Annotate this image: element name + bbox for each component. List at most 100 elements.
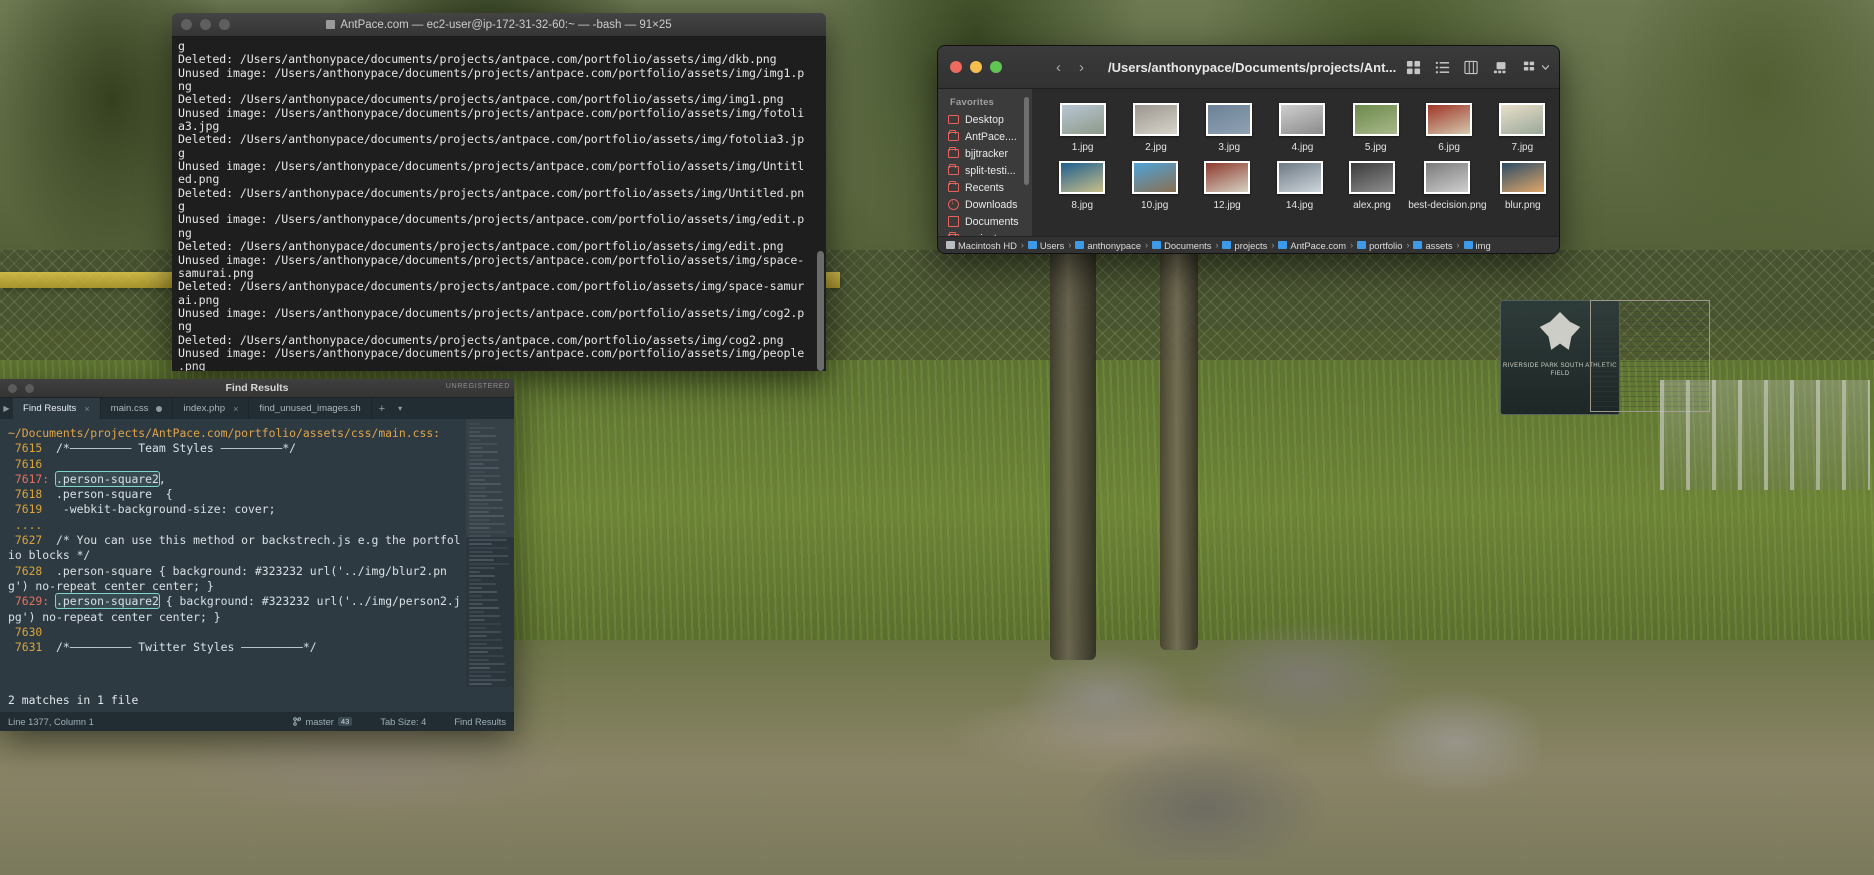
sidebar-scrollbar[interactable] <box>1024 97 1029 185</box>
finder-window[interactable]: ‹ › /Users/anthonypace/Documents/project… <box>937 45 1560 254</box>
breadcrumb-item[interactable]: assets <box>1413 240 1453 251</box>
play-right-icon[interactable]: ▶ <box>0 398 13 419</box>
sidebar-item-antpace[interactable]: AntPace.... <box>938 128 1032 145</box>
finder-breadcrumb-bar[interactable]: Macintosh HD › Users › anthonypace › Documents… <box>938 236 1559 253</box>
finder-navigation[interactable]: ‹ › <box>1056 59 1084 76</box>
close-button[interactable] <box>181 19 192 30</box>
terminal-titlebar[interactable]: AntPace.com — ec2-user@ip-172-31-32-60:~… <box>172 13 826 37</box>
close-button[interactable] <box>950 61 962 73</box>
file-thumbnail[interactable] <box>1059 103 1106 136</box>
terminal-scrollbar[interactable] <box>817 41 824 371</box>
file-item[interactable]: 3.jpg <box>1193 95 1266 153</box>
minimap-line <box>469 531 506 533</box>
file-thumbnail[interactable] <box>1059 161 1106 194</box>
file-item[interactable]: 6.jpg <box>1412 95 1485 153</box>
file-item[interactable]: 5.jpg <box>1339 95 1412 153</box>
finder-window-controls[interactable] <box>950 61 1002 73</box>
sidebar-item-downloads[interactable]: Downloads <box>938 196 1032 213</box>
file-thumbnail[interactable] <box>1206 103 1253 136</box>
tab-label: main.css <box>110 403 149 414</box>
file-thumbnail[interactable] <box>1499 161 1546 194</box>
file-item[interactable]: 12.jpg <box>1191 153 1263 211</box>
breadcrumb-item[interactable]: portfolio <box>1357 240 1402 251</box>
group-by-button[interactable] <box>1523 60 1550 74</box>
file-thumbnail[interactable] <box>1426 103 1473 136</box>
icon-view-icon[interactable] <box>1406 60 1421 75</box>
sublime-text-window[interactable]: Find Results UNREGISTERED ▶ Find Results… <box>0 379 514 731</box>
sublime-status-bar[interactable]: Line 1377, Column 1 master 43 Tab Size: … <box>0 712 514 731</box>
file-item[interactable]: 1.jpg <box>1046 95 1119 153</box>
file-thumbnail[interactable] <box>1348 161 1395 194</box>
zoom-button[interactable] <box>990 61 1002 73</box>
chevron-left-icon[interactable]: ‹ <box>1056 59 1061 76</box>
breadcrumb-item[interactable]: AntPace.com <box>1278 240 1346 251</box>
tab-overflow-menu-icon[interactable]: ▾ <box>392 398 408 419</box>
chevron-right-icon[interactable]: › <box>1079 59 1084 76</box>
tab-main-css[interactable]: main.css <box>101 398 174 419</box>
file-item[interactable]: 8.jpg <box>1046 153 1118 211</box>
git-branch-indicator[interactable]: master 43 <box>293 717 353 727</box>
terminal-body[interactable]: g Deleted: /Users/anthonypace/documents/… <box>172 37 826 371</box>
file-item[interactable]: best-decision.png <box>1408 153 1487 211</box>
file-thumbnail[interactable] <box>1424 161 1471 194</box>
sublime-titlebar[interactable]: Find Results <box>0 379 514 398</box>
file-thumbnail[interactable] <box>1131 161 1178 194</box>
zoom-button[interactable] <box>219 19 230 30</box>
close-button[interactable] <box>8 383 17 393</box>
file-item[interactable]: blur.png <box>1487 153 1559 211</box>
breadcrumb-item[interactable]: Documents <box>1152 240 1211 251</box>
sidebar-item-desktop[interactable]: Desktop <box>938 111 1032 128</box>
finder-toolbar-icons[interactable] <box>1406 60 1559 75</box>
file-item[interactable]: 10.jpg <box>1118 153 1190 211</box>
finder-file-grid[interactable]: 1.jpg 2.jpg 3.jpg 4.jpg 5.jpg 6.jpg 7.jpg 8.jp… <box>1032 89 1559 236</box>
tab-index-php[interactable]: index.php × <box>173 398 250 419</box>
modified-dot-icon[interactable] <box>156 405 163 412</box>
breadcrumb-item[interactable]: Macintosh HD <box>946 240 1017 251</box>
gallery-view-icon[interactable] <box>1493 60 1509 75</box>
file-item[interactable]: 4.jpg <box>1266 95 1339 153</box>
terminal-window[interactable]: AntPace.com — ec2-user@ip-172-31-32-60:~… <box>172 13 826 371</box>
sidebar-item-split-testing[interactable]: split-testi... <box>938 162 1032 179</box>
sidebar-item-documents[interactable]: Documents <box>938 213 1032 230</box>
breadcrumb-item[interactable]: img <box>1463 240 1491 251</box>
minimize-button[interactable] <box>25 383 34 393</box>
tab-find-results[interactable]: Find Results × <box>13 398 101 419</box>
close-icon[interactable]: × <box>233 404 238 414</box>
minimize-button[interactable] <box>970 61 982 73</box>
breadcrumb-item[interactable]: Users <box>1027 240 1064 251</box>
terminal-window-controls[interactable] <box>181 19 230 30</box>
group-by-icon[interactable] <box>1523 60 1539 74</box>
sublime-editor-body[interactable]: ~/Documents/projects/AntPace.com/portfol… <box>0 419 514 687</box>
file-item[interactable]: alex.png <box>1336 153 1408 211</box>
breadcrumb-item[interactable]: anthonypace <box>1075 240 1141 251</box>
sidebar-item-bjjtracker[interactable]: bjjtracker <box>938 145 1032 162</box>
file-thumbnail[interactable] <box>1499 103 1546 136</box>
file-item[interactable]: 14.jpg <box>1263 153 1335 211</box>
sublime-tab-bar[interactable]: ▶ Find Results × main.css index.php × fi… <box>0 398 514 419</box>
list-view-icon[interactable] <box>1435 60 1450 75</box>
sublime-window-controls[interactable] <box>8 383 34 393</box>
column-view-icon[interactable] <box>1464 60 1479 75</box>
chevron-down-icon[interactable] <box>1542 64 1550 70</box>
finder-sidebar[interactable]: Favorites Desktop AntPace.... bjjtracker… <box>938 89 1032 236</box>
finder-toolbar[interactable]: ‹ › /Users/anthonypace/Documents/project… <box>938 46 1559 89</box>
tab-find-unused-images-sh[interactable]: find_unused_images.sh <box>249 398 372 419</box>
syntax-indicator[interactable]: Find Results <box>454 717 506 727</box>
file-thumbnail[interactable] <box>1352 103 1399 136</box>
sidebar-item-recents[interactable]: Recents <box>938 179 1032 196</box>
file-thumbnail[interactable] <box>1132 103 1179 136</box>
new-tab-button[interactable]: + <box>372 398 392 419</box>
minimize-button[interactable] <box>200 19 211 30</box>
file-item[interactable]: 7.jpg <box>1486 95 1559 153</box>
file-thumbnail[interactable] <box>1279 103 1326 136</box>
file-item[interactable]: 2.jpg <box>1119 95 1192 153</box>
find-results-content[interactable]: ~/Documents/projects/AntPace.com/portfol… <box>0 419 466 687</box>
sidebar-item-projects[interactable]: projects <box>938 230 1032 236</box>
terminal-scrollbar-thumb[interactable] <box>817 251 824 371</box>
close-icon[interactable]: × <box>84 404 89 414</box>
tab-size-indicator[interactable]: Tab Size: 4 <box>380 717 426 727</box>
file-thumbnail[interactable] <box>1204 161 1251 194</box>
sublime-minimap[interactable] <box>466 419 514 687</box>
breadcrumb-item[interactable]: projects <box>1222 240 1267 251</box>
file-thumbnail[interactable] <box>1276 161 1323 194</box>
